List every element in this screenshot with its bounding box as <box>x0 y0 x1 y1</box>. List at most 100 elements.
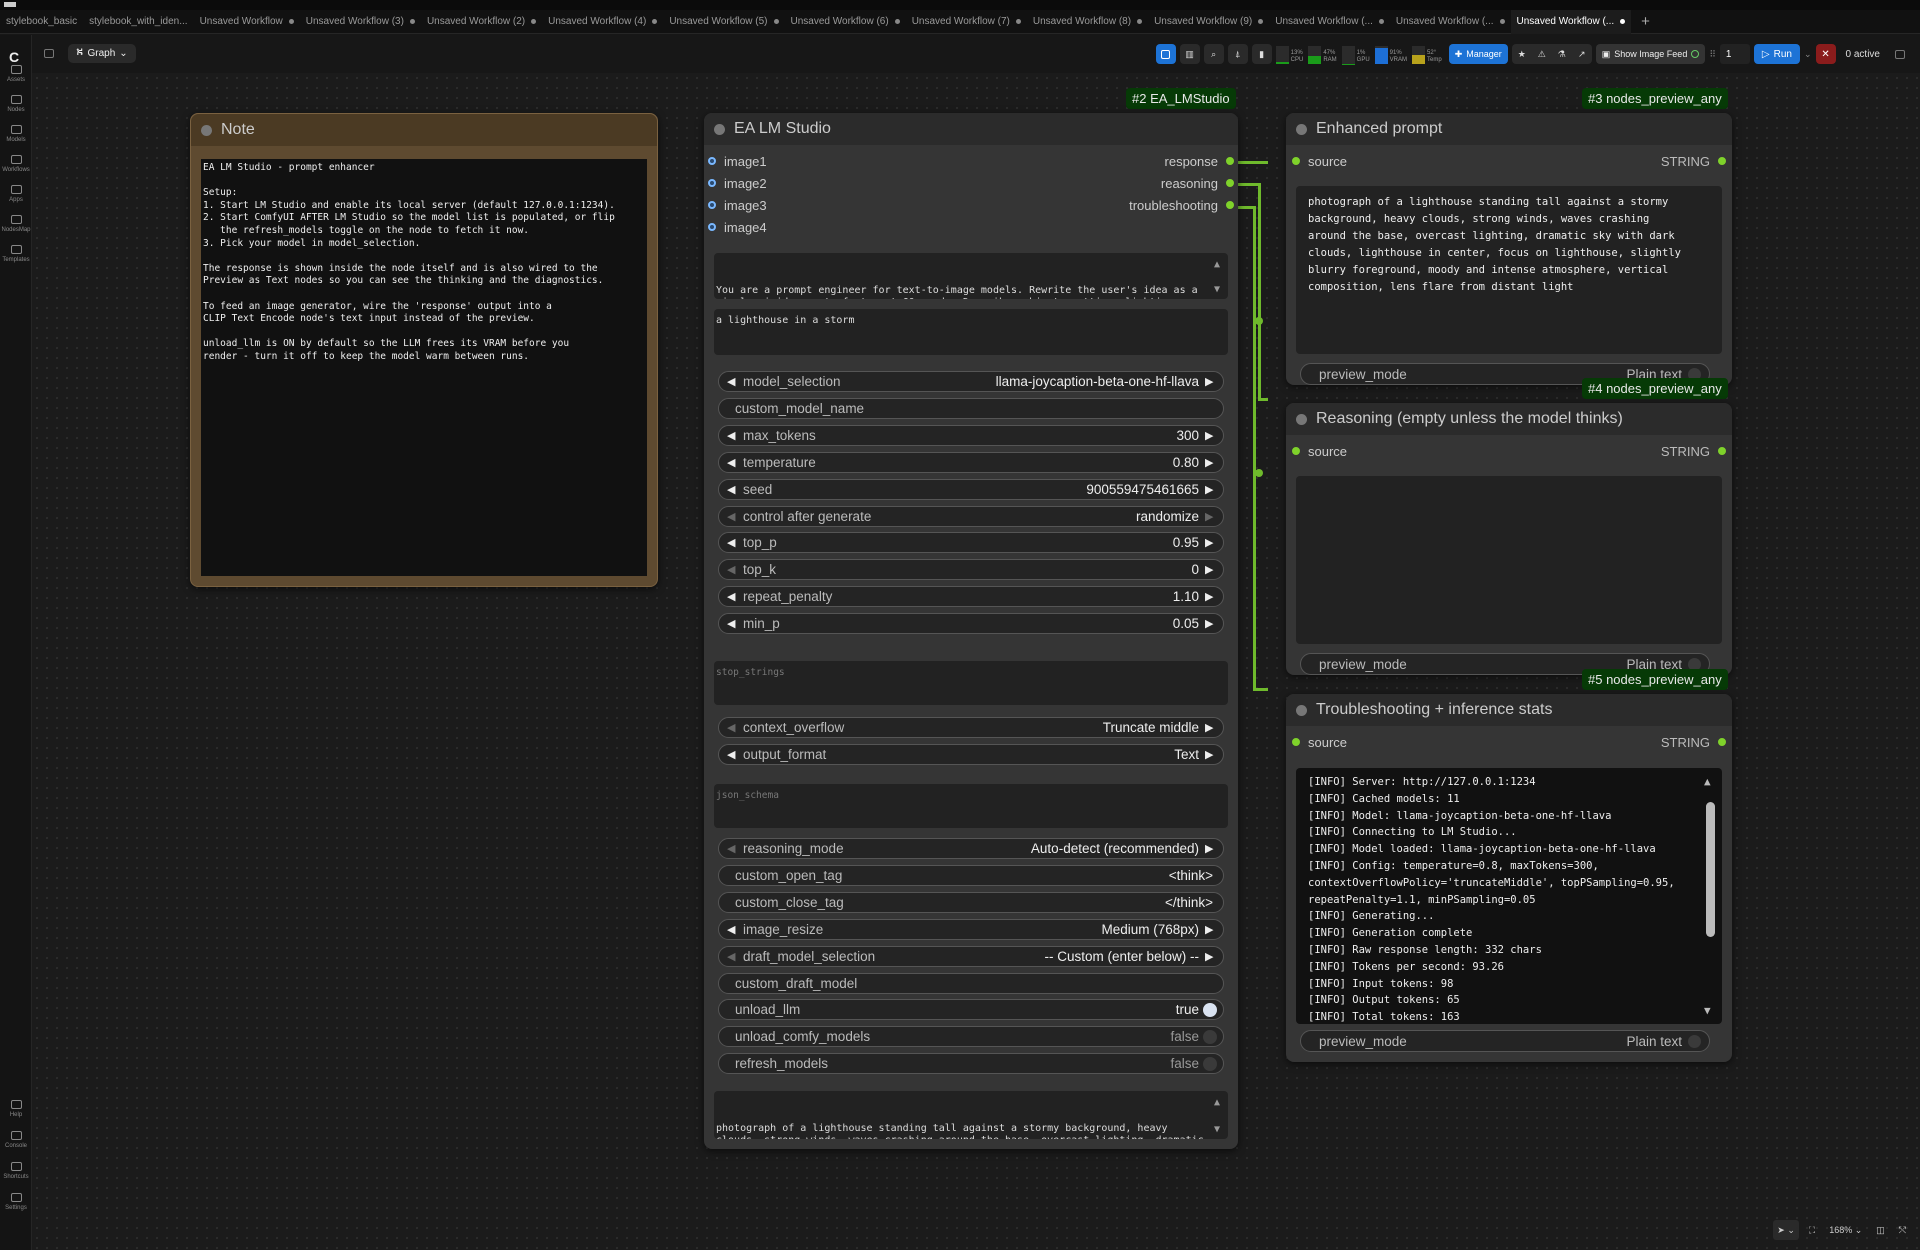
decrement-arrow-icon[interactable]: ◀ <box>727 375 737 388</box>
widget-temperature[interactable]: ◀ temperature 0.80 ▶ <box>718 451 1224 473</box>
response-display-textarea[interactable]: photograph of a lighthouse standing tall… <box>714 1091 1228 1139</box>
note-textarea[interactable]: EA LM Studio - prompt enhancer Setup: 1.… <box>201 159 647 576</box>
preview-mode-widget[interactable]: preview_mode Plain text <box>1300 1030 1710 1052</box>
model-button[interactable]: ⚗ <box>1552 44 1572 64</box>
widget-refresh-models[interactable]: refresh_models false <box>718 1053 1224 1075</box>
preview-node-header[interactable]: Troubleshooting + inference stats <box>1286 694 1732 726</box>
troubleshooting-node[interactable]: Troubleshooting + inference stats source… <box>1286 694 1732 1062</box>
widget-custom-model-name[interactable]: custom_model_name <box>718 397 1224 419</box>
increment-arrow-icon[interactable]: ▶ <box>1205 923 1215 936</box>
workflow-tab[interactable]: Unsaved Workflow (... <box>1510 9 1632 34</box>
widget-custom-open-tag[interactable]: custom_open_tag <think> <box>718 864 1224 886</box>
toggle-icon[interactable] <box>1203 1002 1217 1017</box>
select-mode-button[interactable]: ➤ ⌄ <box>1773 1220 1799 1240</box>
workflow-tab[interactable]: Unsaved Workflow (... <box>1269 10 1390 34</box>
increment-arrow-icon[interactable]: ▶ <box>1205 950 1215 963</box>
widget-unload-llm[interactable]: unload_llm true <box>718 999 1224 1021</box>
new-tab-button[interactable]: + <box>1631 13 1660 30</box>
decrement-arrow-icon[interactable]: ◀ <box>727 590 737 603</box>
workflow-tab[interactable]: Unsaved Workflow (5) <box>663 10 784 34</box>
widget-unload-comfy-models[interactable]: unload_comfy_models false <box>718 1026 1224 1048</box>
scroll-down-icon[interactable]: ▼ <box>1704 1003 1711 1020</box>
textarea-scrollbar[interactable]: ▲ ▼ <box>1212 1097 1222 1137</box>
queue-view-button[interactable] <box>1155 44 1176 64</box>
sidebar-item-shortcuts[interactable]: Shortcuts <box>0 1162 32 1181</box>
sidebar-item-help[interactable]: Help <box>0 1100 32 1119</box>
toggle-icon[interactable] <box>1203 1056 1217 1071</box>
sidebar-item-assets[interactable]: Assets <box>0 65 32 84</box>
source-input-slot[interactable]: source STRING <box>1292 443 1726 459</box>
widget-custom-draft-model[interactable]: custom_draft_model <box>718 972 1224 994</box>
widget-top-k[interactable]: ◀ top_k 0 ▶ <box>718 559 1224 581</box>
comfy-logo[interactable]: C <box>9 49 19 65</box>
warning-button[interactable]: ⚠ <box>1532 44 1552 64</box>
decrement-arrow-icon[interactable]: ◀ <box>727 923 737 936</box>
toggle-panel-icon[interactable] <box>44 48 54 58</box>
sidebar-item-nodes[interactable]: Nodes <box>0 95 32 114</box>
right-panel-button[interactable] <box>1890 44 1910 64</box>
run-options-chevron-icon[interactable]: ⌄ <box>1804 49 1812 60</box>
source-input-slot[interactable]: source STRING <box>1292 734 1726 750</box>
sidebar-item-console[interactable]: Console <box>0 1131 32 1150</box>
sidebar-item-settings[interactable]: Settings <box>0 1193 32 1212</box>
workflow-tab[interactable]: Unsaved Workflow (6) <box>785 10 906 34</box>
system-prompt-textarea[interactable]: You are a prompt engineer for text-to-im… <box>714 253 1228 299</box>
input-slot-image3[interactable]: image3 <box>708 197 767 213</box>
toggle-icon[interactable] <box>1203 1029 1217 1044</box>
widget-output-format[interactable]: ◀ output_format Text ▶ <box>718 743 1224 765</box>
textarea-scrollbar[interactable]: ▲ ▼ <box>1212 259 1222 297</box>
widget-image-resize[interactable]: ◀ image_resize Medium (768px) ▶ <box>718 918 1224 940</box>
widget-seed[interactable]: ◀ seed 900559475461665 ▶ <box>718 478 1224 500</box>
decrement-arrow-icon[interactable]: ◀ <box>727 721 737 734</box>
ea-lm-studio-node[interactable]: EA LM Studio image1 image2 image3 image4 re… <box>704 113 1238 1149</box>
preview-node-header[interactable]: Reasoning (empty unless the model thinks… <box>1286 403 1732 435</box>
decrement-arrow-icon[interactable]: ◀ <box>727 429 737 442</box>
stats-button[interactable]: ▥ <box>1179 44 1200 64</box>
reasoning-node[interactable]: Reasoning (empty unless the model thinks… <box>1286 403 1732 675</box>
output-slot-response[interactable]: response <box>1165 153 1234 169</box>
input-slot-image1[interactable]: image1 <box>708 153 767 169</box>
increment-arrow-icon[interactable]: ▶ <box>1205 456 1215 469</box>
zoom-level[interactable]: 168% ⌄ <box>1825 1220 1866 1240</box>
workflow-tab[interactable]: Unsaved Workflow (... <box>1390 10 1511 34</box>
workflow-tab[interactable]: Unsaved Workflow <box>194 10 300 34</box>
workflow-tab[interactable]: Unsaved Workflow (4) <box>542 10 663 34</box>
preview-node-header[interactable]: Enhanced prompt <box>1286 113 1732 145</box>
minimap-button[interactable]: ◫ <box>1872 1220 1889 1240</box>
output-slot-troubleshooting[interactable]: troubleshooting <box>1129 197 1234 213</box>
widget-repeat-penalty[interactable]: ◀ repeat_penalty 1.10 ▶ <box>718 586 1224 608</box>
preview-text[interactable] <box>1296 476 1722 644</box>
json-schema-textarea[interactable]: json_schema <box>714 784 1228 828</box>
batch-count-input[interactable]: 1 <box>1719 44 1750 64</box>
sidebar-item-workflows[interactable]: Workflows <box>0 155 32 174</box>
sidebar-item-templates[interactable]: Templates <box>0 245 32 264</box>
increment-arrow-icon[interactable]: ▶ <box>1205 590 1215 603</box>
decrement-arrow-icon[interactable]: ◀ <box>727 748 737 761</box>
widget-control-after-generate[interactable]: ◀ control after generate randomize ▶ <box>718 505 1224 527</box>
bookmark-button[interactable]: ▮ <box>1251 44 1272 64</box>
input-slot-image4[interactable]: image4 <box>708 219 767 235</box>
active-queue-count[interactable]: 0 active <box>1840 49 1886 60</box>
increment-arrow-icon[interactable]: ▶ <box>1205 483 1215 496</box>
increment-arrow-icon[interactable]: ▶ <box>1205 721 1215 734</box>
workflow-tab[interactable]: stylebook_basic <box>0 10 83 34</box>
note-node-header[interactable]: Note <box>191 114 657 146</box>
note-node[interactable]: Note EA LM Studio - prompt enhancer Setu… <box>190 113 658 587</box>
graph-mode-button[interactable]: ⛕ Graph ⌄ <box>68 43 136 63</box>
increment-arrow-icon[interactable]: ▶ <box>1205 842 1215 855</box>
decrement-arrow-icon[interactable]: ◀ <box>727 617 737 630</box>
decrement-arrow-icon[interactable]: ◀ <box>727 950 737 963</box>
widget-draft-model-selection[interactable]: ◀ draft_model_selection -- Custom (enter b… <box>718 945 1224 967</box>
graph-canvas[interactable]: Note EA LM Studio - prompt enhancer Setu… <box>32 73 1920 1250</box>
widget-min-p[interactable]: ◀ min_p 0.05 ▶ <box>718 613 1224 635</box>
sidebar-item-apps[interactable]: Apps <box>0 185 32 204</box>
decrement-arrow-icon[interactable]: ◀ <box>727 842 737 855</box>
widget-top-p[interactable]: ◀ top_p 0.95 ▶ <box>718 532 1224 554</box>
share-button[interactable]: ↗ <box>1572 44 1592 64</box>
increment-arrow-icon[interactable]: ▶ <box>1205 536 1215 549</box>
decrement-arrow-icon[interactable]: ◀ <box>727 536 737 549</box>
workflow-tool-button[interactable]: ⍋ <box>1227 44 1248 64</box>
workflow-tab[interactable]: stylebook_with_iden... <box>83 10 193 34</box>
decrement-arrow-icon[interactable]: ◀ <box>727 483 737 496</box>
input-slot-image2[interactable]: image2 <box>708 175 767 191</box>
